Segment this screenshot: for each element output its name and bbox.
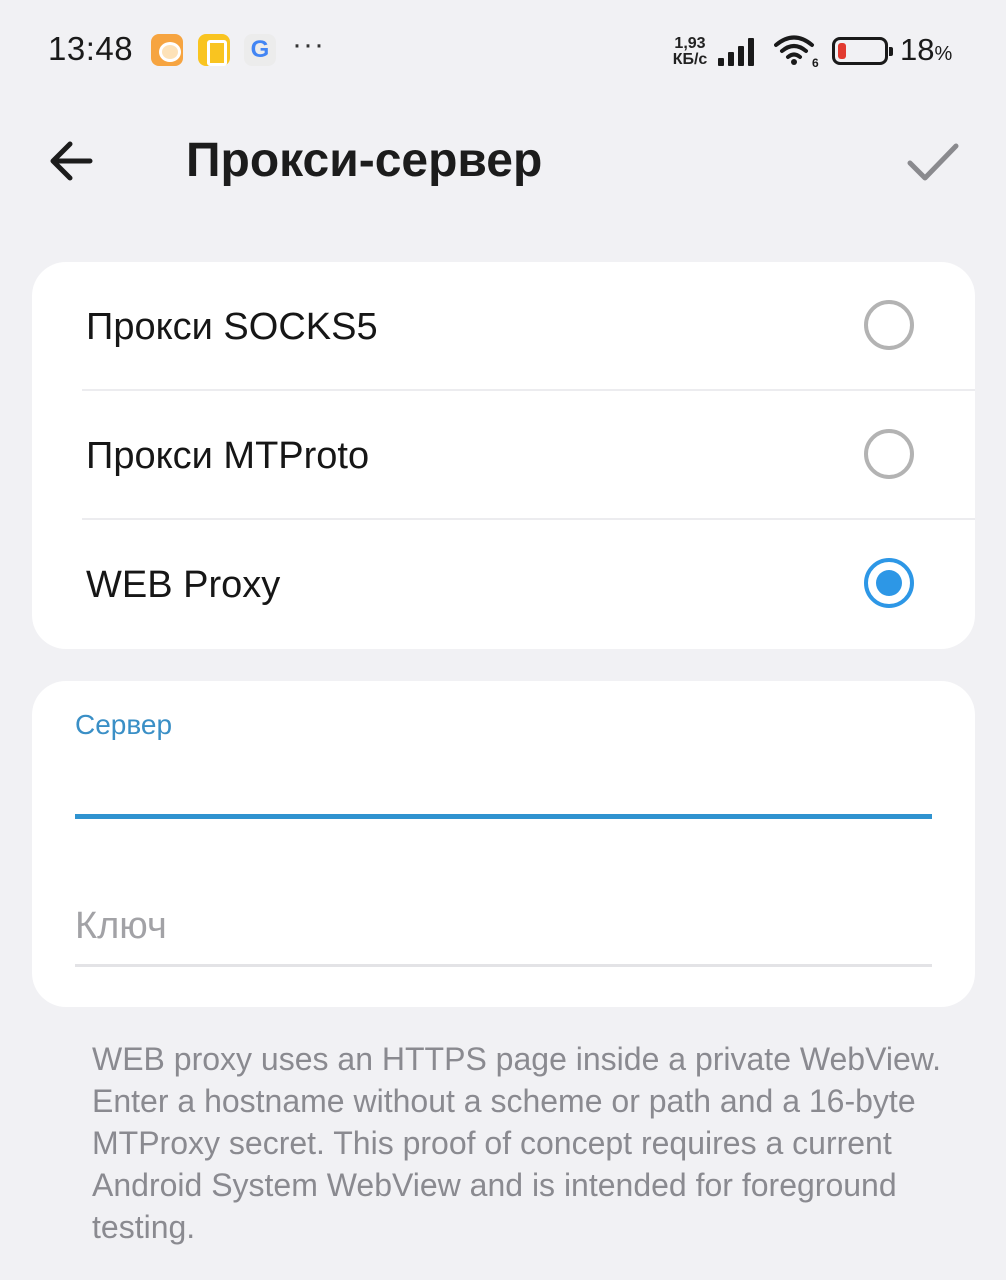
more-notifications-icon: ··· — [292, 28, 325, 61]
page-title: Прокси-сервер — [186, 134, 543, 187]
clock: 13:48 — [48, 30, 134, 67]
app-bar: Прокси-сервер — [0, 100, 1006, 220]
option-label: Прокси SOCKS5 — [86, 306, 378, 348]
option-mtproto[interactable]: Прокси MTProto — [32, 391, 975, 520]
battery-percent-value: 18 — [900, 32, 935, 67]
battery-level — [838, 43, 846, 59]
proxy-type-card: Прокси SOCKS5 Прокси MTProto WEB Proxy — [32, 262, 975, 649]
wifi-badge: 6 — [812, 56, 819, 68]
radio-button-selected[interactable] — [864, 558, 914, 608]
server-field: Сервер — [75, 709, 932, 819]
battery-percent-sign: % — [934, 43, 953, 65]
back-arrow-icon[interactable] — [46, 136, 96, 186]
proxy-settings-card: Сервер — [32, 681, 975, 1007]
option-label: Прокси MTProto — [86, 435, 370, 477]
google-icon: G — [244, 34, 276, 66]
network-speed-value: 1,93 — [674, 35, 706, 52]
cellular-signal-icon — [718, 38, 754, 66]
network-speed: 1,93 КБ/с — [668, 36, 712, 68]
radio-button[interactable] — [864, 429, 914, 479]
status-bar: 13:48 G ··· 1,93 КБ/с 6 18% — [0, 0, 1006, 100]
server-input[interactable] — [75, 759, 932, 819]
chat-app-icon — [151, 34, 183, 66]
radio-button[interactable] — [864, 300, 914, 350]
battery-percent: 18% — [900, 32, 952, 68]
server-field-label: Сервер — [75, 709, 173, 740]
notification-app-icon — [198, 34, 230, 66]
option-label: WEB Proxy — [86, 564, 281, 606]
option-web-proxy[interactable]: WEB Proxy — [32, 520, 975, 649]
wifi-icon: 6 — [774, 35, 819, 68]
battery-icon — [832, 37, 893, 65]
key-input[interactable] — [75, 879, 932, 967]
option-socks5[interactable]: Прокси SOCKS5 — [32, 262, 975, 391]
help-text: WEB proxy uses an HTTPS page inside a pr… — [92, 1041, 941, 1245]
key-field — [75, 879, 932, 967]
checkmark-icon[interactable] — [906, 136, 960, 186]
network-speed-unit: КБ/с — [672, 51, 708, 68]
